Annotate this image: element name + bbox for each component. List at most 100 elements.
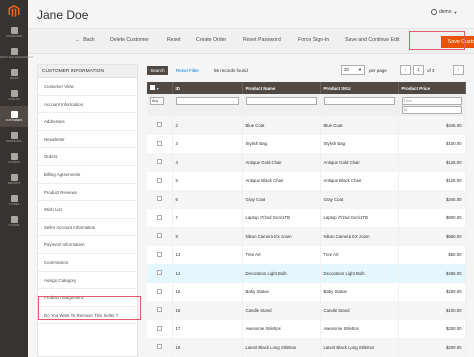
sidebar-item-marketing[interactable]: Marketing xyxy=(0,127,28,148)
cell-product-name: Antique Black Chair xyxy=(242,171,321,190)
table-row[interactable]: 17 Awesome Stilettos Awesome Stilettos $250… xyxy=(147,319,466,338)
user-menu[interactable]: demo ▼ xyxy=(431,9,457,15)
sidebar-item-system[interactable]: System xyxy=(0,211,28,232)
cell-product-sku: Decoration Light Bulb xyxy=(320,264,399,283)
table-row[interactable]: 4 Antique Gold Chair Antique Gold Chair $12… xyxy=(147,153,466,172)
save-continue-button[interactable]: Save and Continue Edit xyxy=(345,37,400,43)
cell-product-price: $100.00 xyxy=(398,134,466,153)
row-checkbox[interactable] xyxy=(156,122,162,128)
table-row[interactable]: 6 Gray Coat Gray Coat $345.00 xyxy=(147,190,466,209)
tab-seller-account-information[interactable]: Seller Account Information xyxy=(38,219,137,237)
row-checkbox[interactable] xyxy=(156,344,162,350)
table-row[interactable]: 15 Baby Statue Baby Statue $250.00 xyxy=(147,282,466,301)
page-input[interactable]: 1 xyxy=(413,65,424,75)
force-signin-button[interactable]: Force Sign-In xyxy=(298,37,329,43)
tab-billing-agreements[interactable]: Billing Agreements xyxy=(38,166,137,184)
product-assignment-highlight-frame xyxy=(38,296,141,320)
cell-id: 13 xyxy=(172,245,243,264)
row-checkbox[interactable] xyxy=(156,140,162,146)
catalog-icon xyxy=(10,90,18,97)
tab-commission[interactable]: Commission xyxy=(38,254,137,272)
cell-product-sku: Latest Black Long Stilettos xyxy=(320,338,399,357)
sidebar-item-stores[interactable]: Stores xyxy=(0,190,28,211)
cell-product-sku: Gray Coat xyxy=(320,190,399,209)
table-row[interactable]: 7 Laptop i7/2nd Gen/1TB Laptop i7/2nd Gen/… xyxy=(147,208,466,227)
customers-icon xyxy=(10,111,18,118)
table-row[interactable]: 13 Tree Art Tree Art $50.00 xyxy=(147,245,466,264)
cell-product-name: Laptop i7/2nd Gen/1TB xyxy=(242,208,321,227)
cell-product-price: $200.00 xyxy=(398,338,466,357)
delete-customer-button[interactable]: Delete Customer xyxy=(110,37,149,43)
table-row[interactable]: 18 Latest Black Long Stilettos Latest Blac… xyxy=(147,338,466,357)
table-row[interactable]: 2 Blue Coat Blue Coat $345.00 xyxy=(147,116,466,135)
name-filter-input[interactable] xyxy=(245,97,317,105)
cell-product-name: Tree Art xyxy=(242,245,321,264)
sales-icon xyxy=(10,69,18,76)
col-header-id[interactable]: ID xyxy=(172,82,243,94)
tab-orders[interactable]: Orders xyxy=(38,148,137,166)
prev-page-button[interactable]: ‹ xyxy=(400,65,411,75)
row-checkbox[interactable] xyxy=(156,196,162,202)
tab-assign-category[interactable]: Assign Category xyxy=(38,272,137,290)
select-all-header[interactable]: ▼ xyxy=(147,82,173,94)
row-checkbox[interactable] xyxy=(156,214,162,220)
cell-product-sku: Candle Stand xyxy=(320,301,399,320)
sidebar-item-catalog[interactable]: Catalog xyxy=(0,85,28,106)
search-button[interactable]: Search xyxy=(147,66,168,75)
back-button[interactable]: ← Back xyxy=(75,37,95,43)
cell-product-price: $125.00 xyxy=(398,153,466,172)
any-filter-select[interactable]: Any xyxy=(150,97,164,105)
row-checkbox[interactable] xyxy=(156,270,162,276)
cell-product-price: $250.00 xyxy=(398,282,466,301)
row-checkbox[interactable] xyxy=(156,251,162,257)
sidebar-item-sales[interactable]: Sales xyxy=(0,64,28,85)
col-header-product-name[interactable]: Product Name xyxy=(242,82,321,94)
col-header-product-sku[interactable]: Product SKU xyxy=(320,82,399,94)
sidebar-item-content[interactable]: Content xyxy=(0,148,28,169)
price-from-input[interactable]: From xyxy=(401,97,462,105)
cell-product-price: $345.00 xyxy=(398,116,466,135)
table-row[interactable]: 16 Candle Stand Candle Stand $100.00 xyxy=(147,301,466,320)
row-checkbox[interactable] xyxy=(156,307,162,313)
sidebar-item-marketplace-management[interactable]: Marketplace Management xyxy=(0,43,33,64)
sidebar-item-label: Marketplace Management xyxy=(0,56,34,59)
cell-id: 2 xyxy=(172,116,243,135)
sidebar-item-dashboard[interactable]: Dashboard xyxy=(0,22,28,43)
row-checkbox[interactable] xyxy=(156,288,162,294)
row-checkbox[interactable] xyxy=(156,159,162,165)
cell-id: 17 xyxy=(172,319,243,338)
table-row[interactable]: 3 Stylish Bag Stylish Bag $100.00 xyxy=(147,134,466,153)
table-row[interactable]: 5 Antique Black Chair Antique Black Chair $… xyxy=(147,171,466,190)
tab-newsletter[interactable]: Newsletter xyxy=(38,131,137,149)
cell-product-name: Nikon Camera EX zoom xyxy=(242,227,321,246)
row-checkbox[interactable] xyxy=(156,325,162,331)
reset-filter-link[interactable]: Reset Filter xyxy=(176,68,199,73)
tab-payment-information[interactable]: Payment Information xyxy=(38,236,137,254)
reset-button[interactable]: Reset xyxy=(167,37,181,43)
row-checkbox[interactable] xyxy=(156,177,162,183)
price-to-input[interactable]: To xyxy=(401,106,462,114)
tab-product-reviews[interactable]: Product Reviews xyxy=(38,184,137,202)
chevron-left-icon: ‹ xyxy=(404,67,407,73)
select-all-checkbox[interactable] xyxy=(150,85,155,90)
sidebar-item-customers[interactable]: Customers xyxy=(0,106,28,127)
table-row[interactable]: 14 Decoration Light Bulb Decoration Light … xyxy=(147,264,466,283)
id-filter-input[interactable] xyxy=(175,97,239,105)
cell-product-price: $50.00 xyxy=(398,245,466,264)
page-actions: ← Back Delete Customer Reset Create Order… xyxy=(28,28,474,54)
per-page-select[interactable]: 20 ▼ xyxy=(341,65,365,75)
sidebar-item-reports[interactable]: Reports xyxy=(0,169,28,190)
table-row[interactable]: 8 Nikon Camera EX zoom Nikon Camera EX zoo… xyxy=(147,227,466,246)
magento-logo[interactable] xyxy=(0,0,28,22)
col-header-product-price[interactable]: Product Price xyxy=(398,82,466,94)
tab-addresses[interactable]: Addresses xyxy=(38,113,137,131)
sku-filter-input[interactable] xyxy=(323,97,395,105)
next-page-button[interactable]: › xyxy=(453,65,464,75)
create-order-button[interactable]: Create Order xyxy=(196,37,226,43)
reset-password-button[interactable]: Reset Password xyxy=(243,37,281,43)
tab-wish-list[interactable]: Wish List xyxy=(38,201,137,219)
admin-sidebar: Dashboard Marketplace Management Sales Cata… xyxy=(0,0,33,357)
tab-customer-view[interactable]: Customer View xyxy=(38,78,137,96)
tab-account-information[interactable]: Account Information xyxy=(38,96,137,114)
row-checkbox[interactable] xyxy=(156,233,162,239)
